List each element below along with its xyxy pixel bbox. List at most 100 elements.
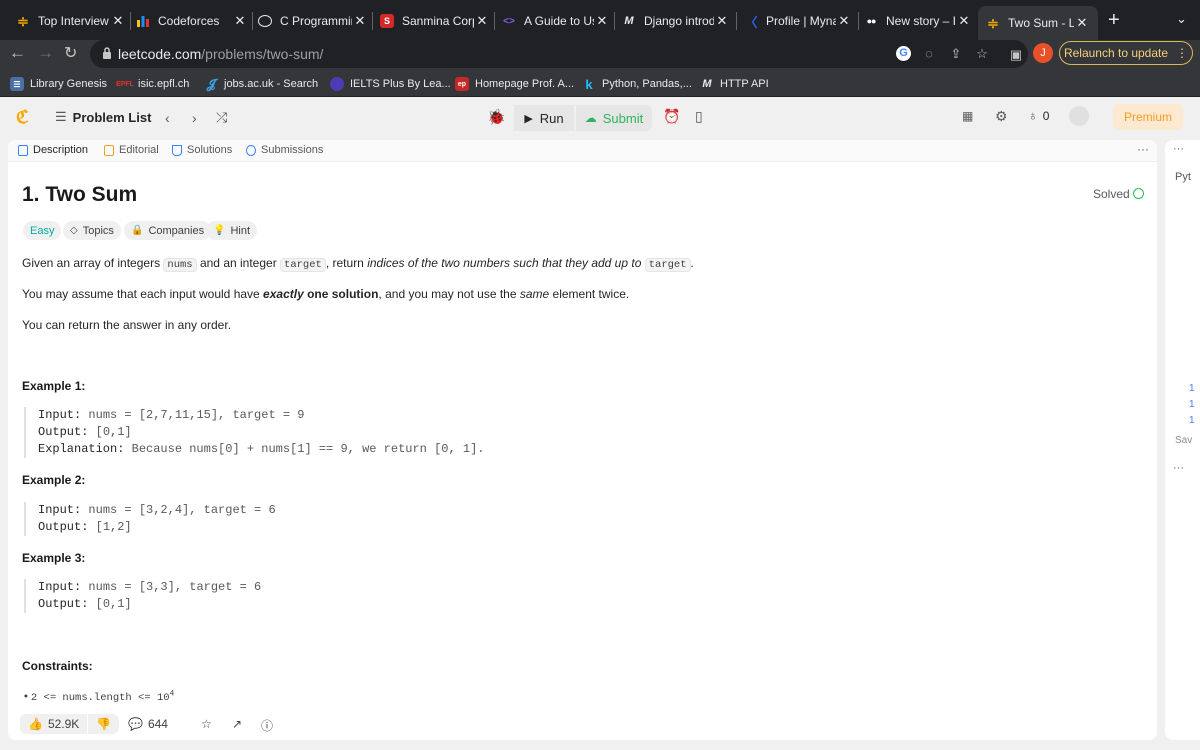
relaunch-to-update-button[interactable]: Relaunch to update ⋮	[1059, 41, 1193, 65]
browser-tab-sanmina[interactable]: S Sanmina Corp ✕	[380, 8, 490, 34]
user-avatar[interactable]	[1069, 106, 1089, 126]
leetcode-logo-icon[interactable]: ℭ	[16, 107, 29, 128]
address-bar[interactable]: leetcode.com/problems/two-sum/ G ◌ ⇪ ☆	[90, 40, 1028, 68]
solved-status: Solved	[1093, 187, 1144, 201]
premium-button[interactable]: Premium	[1113, 104, 1183, 130]
share-icon[interactable]: ↗	[232, 717, 242, 731]
comments-button[interactable]: 💬 644	[128, 717, 168, 731]
browser-tab-new-story[interactable]: ●● New story – I ✕	[864, 8, 972, 34]
constraint-item: • 2 <= nums.length <= 104	[24, 689, 175, 704]
debug-icon[interactable]: 🐞	[487, 108, 506, 126]
back-arrow-icon[interactable]: ←	[9, 43, 26, 63]
description-paragraph-3: You can return the answer in any order.	[22, 318, 232, 332]
browser-tab-two-sum[interactable]: ≑ Two Sum - Le ✕	[978, 6, 1098, 40]
testcase-more-icon[interactable]: ···	[1173, 462, 1184, 474]
bookmark-jobs-ac-uk[interactable]: 𝓙jobs.ac.uk - Search	[204, 76, 319, 92]
bookmark-library-genesis[interactable]: ☰ Library Genesis	[10, 76, 107, 92]
check-circle-icon	[1132, 188, 1144, 199]
browser-tab-top-interview[interactable]: ≑ Top Interview ✕	[16, 8, 126, 34]
panel-more-icon[interactable]: ···	[1137, 142, 1149, 156]
cloud-upload-icon: ☁	[584, 111, 597, 125]
close-icon[interactable]: ✕	[1074, 15, 1090, 31]
like-button[interactable]: 👍 52.9K	[20, 714, 88, 734]
ielts-icon	[330, 77, 344, 91]
star-icon[interactable]: ☆	[974, 46, 990, 62]
companies-chip[interactable]: 🔒 Companies	[124, 221, 212, 240]
google-icon[interactable]: G	[896, 46, 911, 61]
bookmark-isic-epfl[interactable]: EPFL isic.epfl.ch	[116, 76, 189, 92]
close-icon[interactable]: ✕	[594, 13, 610, 29]
close-icon[interactable]: ✕	[232, 13, 248, 29]
tab-title: Two Sum - Le	[1008, 16, 1074, 30]
run-button[interactable]: ▶ Run	[514, 105, 574, 131]
new-tab-button[interactable]: +	[1108, 9, 1120, 32]
hint-chip[interactable]: 💡 Hint	[206, 221, 258, 240]
jobs-icon: 𝓙	[206, 76, 216, 91]
bookmark-homepage-prof[interactable]: ep Homepage Prof. A...	[455, 76, 574, 92]
tab-title: Django introd	[644, 14, 714, 28]
alarm-clock-icon[interactable]: ⏰	[663, 108, 680, 125]
medium-icon: ●●	[866, 16, 877, 26]
browser-tab-codeforces[interactable]: Codeforces ✕	[136, 8, 248, 34]
browser-tab-c-programming[interactable]: C Programmir ✕	[258, 8, 368, 34]
bookmark-ielts[interactable]: IELTS Plus By Lea...	[330, 76, 451, 92]
chevron-left-icon[interactable]: ‹	[165, 110, 170, 126]
bookmark-python-pandas[interactable]: k Python, Pandas,...	[582, 76, 692, 92]
tag-icon: ◇	[70, 225, 78, 236]
kaggle-k-icon: k	[585, 76, 593, 92]
editor-more-icon[interactable]: ···	[1173, 143, 1184, 155]
constraints-heading: Constraints:	[22, 659, 93, 673]
dislike-button[interactable]: 👎	[88, 714, 119, 734]
tab-editorial[interactable]: Editorial	[104, 144, 159, 156]
help-circle-icon[interactable]: ⓘ	[261, 717, 273, 734]
chevron-right-icon[interactable]: ›	[192, 110, 197, 126]
streak-count: 0	[1042, 108, 1050, 123]
sidepanel-icon[interactable]: ▣	[1008, 47, 1024, 63]
tab-title: New story – I	[886, 14, 956, 28]
tab-title: A Guide to Us	[524, 14, 594, 28]
tab-solutions[interactable]: Solutions	[172, 144, 232, 156]
book-icon	[104, 144, 114, 156]
tab-title: Profile | Myna	[766, 14, 836, 28]
close-icon[interactable]: ✕	[836, 13, 852, 29]
problem-list-button[interactable]: ☰ Problem List	[55, 109, 151, 125]
language-selector[interactable]: Pyt	[1175, 171, 1191, 183]
close-icon[interactable]: ✕	[714, 13, 730, 29]
share-icon[interactable]: ⇪	[948, 46, 964, 62]
star-icon[interactable]: ☆	[201, 717, 212, 731]
tab-submissions[interactable]: Submissions	[246, 144, 323, 156]
browser-tab-profile[interactable]: 〈 Profile | Myna ✕	[744, 8, 852, 34]
chevron-down-icon[interactable]: ⌄	[1176, 11, 1187, 27]
tab-description[interactable]: Description	[18, 144, 88, 156]
difficulty-badge[interactable]: Easy	[23, 221, 62, 240]
browser-tab-strip: ≑ Top Interview ✕ Codeforces ✕ C Program…	[0, 0, 1200, 40]
browser-tab-guide[interactable]: <> A Guide to Us ✕	[502, 8, 610, 34]
example-heading: Example 1:	[22, 379, 86, 393]
bookmark-http-api[interactable]: M HTTP API	[700, 76, 768, 92]
epfl-icon: EPFL	[116, 80, 134, 88]
reload-icon[interactable]: ↻	[64, 43, 77, 63]
layout-icon[interactable]: ▦	[962, 109, 973, 123]
line-numbers: 111	[1189, 383, 1195, 426]
sanmina-icon: S	[380, 14, 394, 28]
submit-button[interactable]: ☁ Submit	[576, 105, 652, 131]
profile-avatar[interactable]: J	[1033, 43, 1053, 63]
lock-icon	[103, 47, 111, 59]
notes-icon[interactable]: ▯	[695, 108, 703, 125]
example-heading: Example 3:	[22, 551, 86, 565]
settings-gear-icon[interactable]: ⚙	[995, 108, 1008, 125]
close-icon[interactable]: ✕	[956, 13, 972, 29]
close-icon[interactable]: ✕	[110, 13, 126, 29]
forward-arrow-icon[interactable]: →	[37, 43, 54, 63]
fire-streak-icon[interactable]: ♁ 0	[1028, 108, 1049, 123]
close-icon[interactable]: ✕	[352, 13, 368, 29]
tab-title: Top Interview	[38, 14, 109, 28]
example-heading: Example 2:	[22, 473, 86, 487]
play-icon: ▶	[524, 112, 533, 125]
shuffle-icon[interactable]: ⤮	[216, 109, 227, 126]
close-icon[interactable]: ✕	[474, 13, 490, 29]
eye-off-icon[interactable]: ◌	[921, 46, 937, 62]
topics-chip[interactable]: ◇ Topics	[63, 221, 121, 240]
browser-tab-django[interactable]: M Django introd ✕	[622, 8, 730, 34]
problem-title: 1. Two Sum	[22, 183, 138, 206]
